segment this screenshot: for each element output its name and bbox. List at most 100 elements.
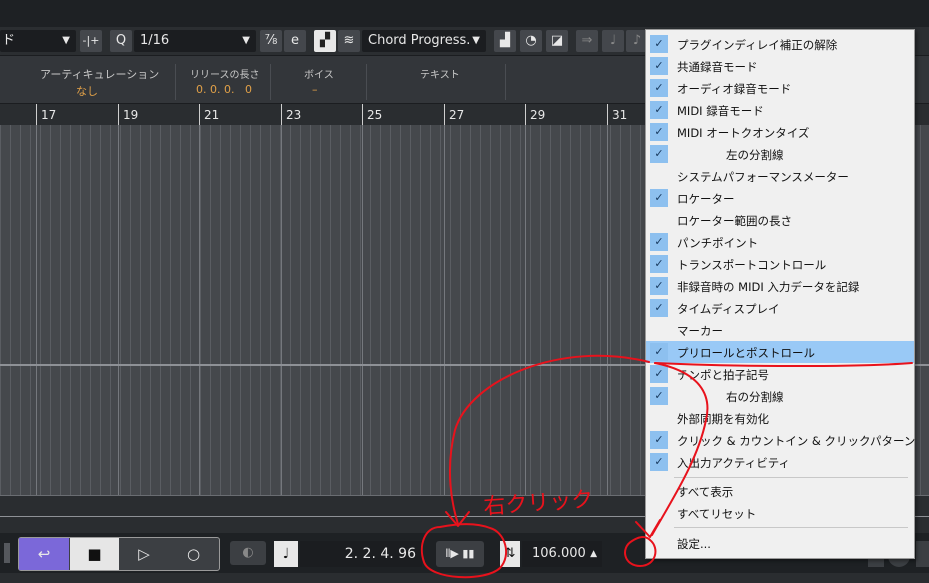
ruler-bar-line	[362, 104, 363, 125]
menu-item[interactable]: ✓ 右の分割線	[646, 385, 914, 407]
check-icon: ✓	[650, 431, 668, 449]
grid-bar-line	[199, 125, 200, 495]
check-icon: ✓	[650, 123, 668, 141]
menu-item[interactable]: ✓ MIDI オートクオンタイズ	[646, 121, 914, 143]
check-icon: ✓	[650, 387, 668, 405]
check-icon: ✓	[650, 145, 668, 163]
menu-item[interactable]: システムパフォーマンスメーター	[646, 165, 914, 187]
record-button[interactable]: ○	[169, 538, 218, 570]
menu-separator	[674, 527, 908, 528]
time-display[interactable]: 2. 2. 4. 96	[300, 541, 422, 567]
ruler-bar-line	[607, 104, 608, 125]
stepper-icon[interactable]: ▲	[590, 541, 597, 567]
grid-bar-line	[362, 125, 363, 495]
check-icon: ✓	[650, 101, 668, 119]
note-icon: ♩	[282, 546, 290, 562]
check-icon: ✓	[650, 189, 668, 207]
quantize-select[interactable]: 1/16 ▼	[134, 30, 256, 52]
tempo-track-button[interactable]: ⇅	[500, 541, 520, 567]
menu-item[interactable]: ✓ パンチポイント	[646, 231, 914, 253]
check-icon: ✓	[650, 299, 668, 317]
divider	[270, 64, 271, 100]
menu-item-reset-all[interactable]: すべてリセット	[646, 502, 914, 524]
menu-item[interactable]: 外部同期を有効化	[646, 407, 914, 429]
grip-handle[interactable]	[4, 543, 10, 563]
chevron-down-icon: ▼	[472, 35, 480, 46]
menu-item[interactable]: ✓ テンポと拍子記号	[646, 363, 914, 385]
play-icon: ▷	[138, 545, 150, 563]
menu-item[interactable]: ✓ プラグインディレイ補正の解除	[646, 33, 914, 55]
menu-item[interactable]: ✓ 入出力アクティビティ	[646, 451, 914, 473]
chord-track-icon[interactable]: ▞	[314, 30, 336, 52]
top-strip	[0, 0, 929, 27]
record-icon: ○	[186, 545, 201, 563]
ruler-bar-label: 29	[530, 108, 546, 122]
ruler-bar-label: 31	[612, 108, 628, 122]
menu-item[interactable]: ✓ トランスポートコントロール	[646, 253, 914, 275]
stop-button[interactable]: ■	[70, 538, 119, 570]
ruler-bar-label: 25	[367, 108, 383, 122]
tempo-field[interactable]: 106.000 ▲	[522, 541, 602, 567]
iterative-quantize-icon[interactable]: e	[284, 30, 306, 52]
menu-item[interactable]: ✓ オーディオ録音モード	[646, 77, 914, 99]
ruler-bar-label: 17	[41, 108, 57, 122]
check-icon: ✓	[650, 35, 668, 53]
menu-item-settings[interactable]: 設定...	[646, 532, 914, 554]
menu-separator	[674, 477, 908, 478]
cycle-icon: ↩	[37, 545, 51, 563]
menu-item[interactable]: ✓ 非録音時の MIDI 入力データを記録	[646, 275, 914, 297]
check-icon: ✓	[650, 277, 668, 295]
transport-controls: ↩ ■ ▷ ○	[18, 537, 220, 571]
preroll-icon: ⦀▶	[445, 547, 459, 560]
check-icon: ✓	[650, 233, 668, 251]
menu-item[interactable]: ✓ 共通録音モード	[646, 55, 914, 77]
chevron-down-icon: ▼	[62, 35, 70, 46]
divider	[505, 64, 506, 100]
divider	[366, 64, 367, 100]
note-value-button[interactable]: ♩	[274, 541, 298, 567]
check-icon: ✓	[650, 453, 668, 471]
ruler-bar-line	[199, 104, 200, 125]
grid-bar-line	[444, 125, 445, 495]
ruler-bar-line	[118, 104, 119, 125]
grid-bar-line	[281, 125, 282, 495]
layers-icon[interactable]: ≋	[338, 30, 360, 52]
menu-item-show-all[interactable]: すべて表示	[646, 480, 914, 502]
grid-bar-line	[525, 125, 526, 495]
divider	[175, 64, 176, 100]
chord-track-select[interactable]: Chord Progress. ▼	[362, 30, 486, 52]
ruler-bar-label: 21	[204, 108, 220, 122]
menu-item[interactable]: ロケーター範囲の長さ	[646, 209, 914, 231]
snap-mode-icon[interactable]: -|+	[80, 30, 102, 52]
menu-item[interactable]: ✓ タイムディスプレイ	[646, 297, 914, 319]
note-icon[interactable]: ♩	[602, 30, 624, 52]
menu-item[interactable]: ✓ ロケーター	[646, 187, 914, 209]
arrow-icon[interactable]: ⇒	[576, 30, 598, 52]
quantize-swing-icon[interactable]: ⅞	[260, 30, 282, 52]
chevron-down-icon: ▼	[242, 35, 250, 46]
palette-icon[interactable]: ◔	[520, 30, 542, 52]
menu-item[interactable]: ✓ 左の分割線	[646, 143, 914, 165]
cycle-button[interactable]: ↩	[19, 538, 69, 570]
ruler-bar-line	[281, 104, 282, 125]
mode-select[interactable]: ド ▼	[0, 30, 76, 52]
monitor-icon: ◐	[242, 545, 254, 560]
check-icon: ✓	[650, 255, 668, 273]
menu-item[interactable]: マーカー	[646, 319, 914, 341]
check-icon: ✓	[650, 343, 668, 361]
play-button[interactable]: ▷	[120, 538, 168, 570]
io-activity-icon	[916, 541, 929, 567]
grid-bar-line	[118, 125, 119, 495]
mute-icon[interactable]: ◪	[546, 30, 568, 52]
stop-icon: ■	[87, 545, 102, 563]
bars-icon[interactable]: ▟	[494, 30, 516, 52]
menu-item[interactable]: ✓ MIDI 録音モード	[646, 99, 914, 121]
monitor-button[interactable]: ◐	[230, 541, 266, 565]
check-icon: ✓	[650, 365, 668, 383]
ruler-bar-label: 19	[123, 108, 139, 122]
quantize-icon[interactable]: Q	[110, 30, 132, 52]
menu-item[interactable]: ✓ プリロールとポストロール	[646, 341, 914, 363]
menu-item[interactable]: ✓ クリック & カウントイン & クリックパターン	[646, 429, 915, 451]
preroll-postroll-buttons[interactable]: ⦀▶ ▮▮	[436, 541, 484, 567]
tempo-icon: ⇅	[504, 546, 516, 561]
